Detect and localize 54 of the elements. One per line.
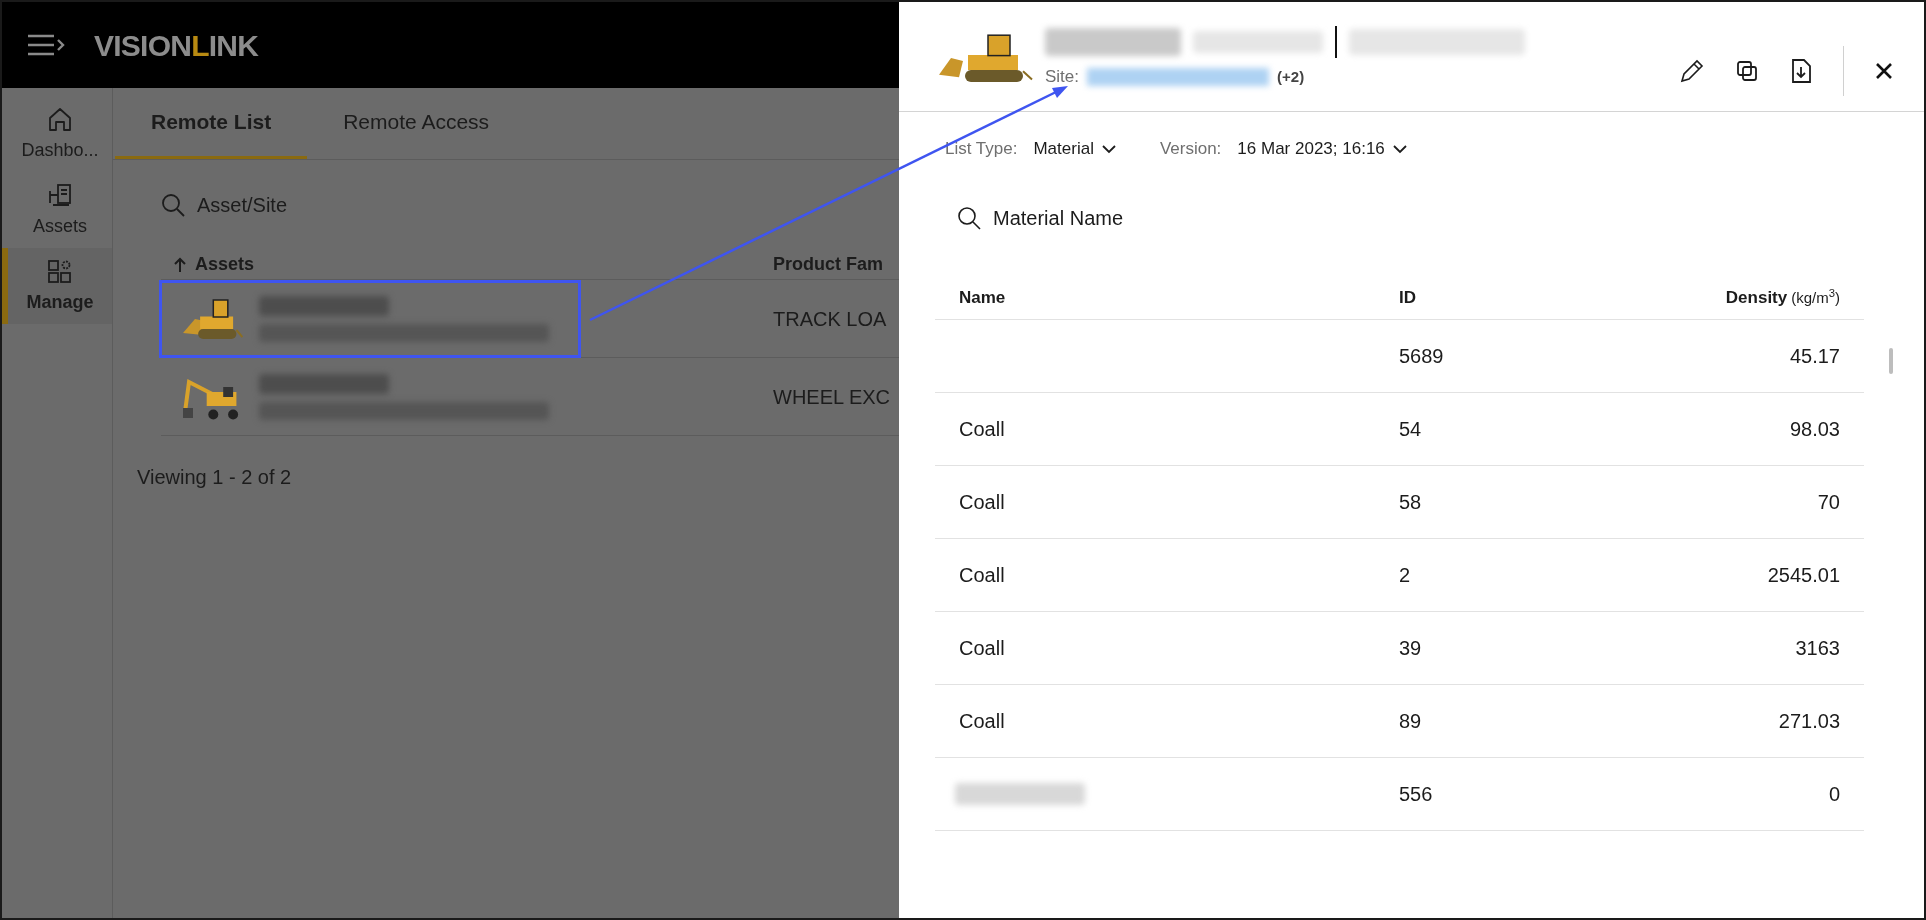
unit-label: (kg/m$^{3}$) [1791, 286, 1840, 308]
table-cell: Coall [959, 491, 1005, 513]
scrollbar-thumb[interactable] [1889, 348, 1893, 374]
search-icon [161, 193, 185, 217]
column-header[interactable]: Assets [195, 251, 255, 278]
pagination-text: Viewing 1 - 2 of 2 [137, 465, 293, 490]
dropdown[interactable]: 16 Mar 2023; 16:16 [1237, 136, 1407, 162]
column-header[interactable]: Product Fam [773, 251, 883, 278]
column-header[interactable]: ID [1399, 284, 1416, 311]
table-cell-text: 2545.01 [1767, 563, 1840, 588]
table-cell-text: 98.03 [1789, 417, 1840, 442]
site-label: Site: [1045, 66, 1080, 88]
chevron-down-icon [1101, 144, 1116, 154]
table-cell-text: 271.03 [1778, 709, 1840, 734]
chevron-down-icon [1392, 144, 1407, 154]
close-icon [1874, 61, 1894, 81]
copy-icon [1735, 59, 1759, 83]
table-cell-text: TRACK LOA [773, 306, 887, 332]
menu-icon [26, 33, 66, 57]
table-cell: 54 [1399, 418, 1422, 440]
tab[interactable]: Remote List [115, 88, 308, 159]
dropdown[interactable]: Material [1033, 136, 1116, 162]
table-cell-text: 45.17 [1789, 344, 1840, 369]
table-cell-text: 3163 [1795, 636, 1840, 661]
filter-label: Version: [1159, 138, 1222, 161]
table-cell: 89 [1399, 710, 1422, 732]
table-cell: 39 [1399, 637, 1422, 659]
visionlink-logo: VISIONLINK [94, 27, 259, 64]
filter-label: List Type: [945, 138, 1018, 161]
table-cell: 5689 [1399, 345, 1444, 367]
sidebar-item[interactable]: Dashbo... [2, 96, 112, 172]
table-cell: 58 [1399, 491, 1422, 513]
pencil-icon [1679, 58, 1705, 84]
search-field[interactable]: Asset/Site [197, 190, 497, 220]
site-count: (+2) [1277, 66, 1305, 87]
search-field[interactable]: Material Name [993, 203, 1293, 233]
tab[interactable]: Remote Access [307, 88, 526, 159]
track-loader-drawing [183, 298, 243, 339]
column-header[interactable]: Name [959, 284, 1006, 311]
table-cell-text: 0 [1828, 782, 1840, 807]
table-cell-text: WHEEL EXC [773, 384, 891, 410]
table-cell: Coall [959, 418, 1005, 440]
sidebar-item[interactable]: Manage [2, 248, 112, 324]
table-cell: Coall [959, 710, 1005, 732]
sidebar-item[interactable]: Assets [2, 172, 112, 248]
table-cell: Coall [959, 564, 1005, 586]
download-file-icon [1789, 58, 1813, 84]
table-cell: Coall [959, 637, 1005, 659]
table-cell-text: 70 [1817, 490, 1840, 515]
search-icon [957, 206, 981, 230]
excavator-drawing [183, 378, 239, 419]
table-cell: 2 [1399, 564, 1411, 586]
table-cell: 556 [1399, 783, 1433, 805]
column-header[interactable]: Density [1725, 284, 1788, 311]
